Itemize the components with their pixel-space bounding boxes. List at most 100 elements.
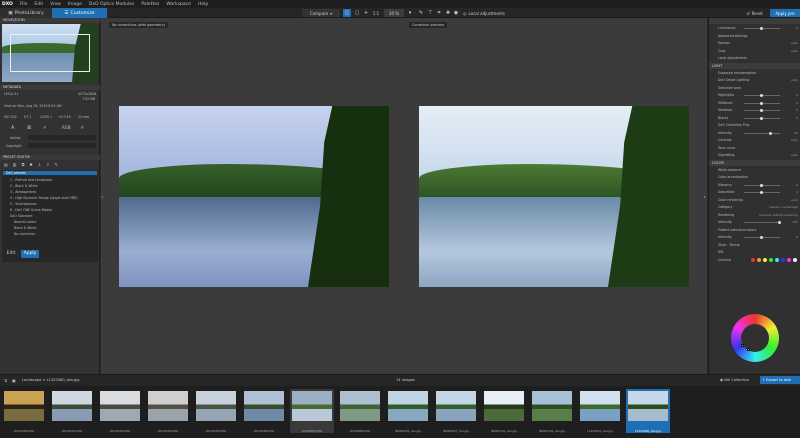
- panel-row[interactable]: DxO ClearView Plus: [709, 122, 800, 128]
- tab-customize[interactable]: ☰ Customize: [52, 8, 107, 18]
- slider-knob[interactable]: [760, 236, 763, 239]
- hsl-color-wheel[interactable]: [731, 314, 779, 362]
- collapse-left-icon[interactable]: ◂: [101, 194, 103, 199]
- panel-row[interactable]: Category Generic renderings: [709, 204, 800, 210]
- panel-row[interactable]: Intensity 0: [709, 234, 800, 240]
- value-slider[interactable]: [744, 191, 780, 194]
- tab-photolibrary[interactable]: ▣ PhotoLibrary: [0, 8, 52, 18]
- panel-row[interactable]: Protect saturated colors: [709, 227, 800, 233]
- value-slider[interactable]: [744, 183, 780, 187]
- zoom-in-icon[interactable]: +: [362, 9, 370, 17]
- filmstrip-thumb[interactable]: DSC01263.JPG: [2, 389, 46, 433]
- export-icon[interactable]: ⇧: [46, 162, 49, 169]
- channel-swatch[interactable]: [775, 258, 779, 262]
- repair-icon[interactable]: ✚: [444, 9, 452, 17]
- panel-row[interactable]: Blacks 0: [709, 115, 800, 121]
- delete-icon[interactable]: ✖: [29, 162, 32, 169]
- preset-item[interactable]: 3 - Atmospheres: [10, 190, 36, 194]
- zoom-1to1[interactable]: 1:1: [371, 9, 381, 17]
- preset-item[interactable]: No correction: [14, 232, 35, 236]
- panel-row[interactable]: Shadows 0: [709, 107, 800, 113]
- preset-item[interactable]: 5 - Smartphones: [10, 202, 36, 206]
- local-adjustments-button[interactable]: ◎ Local adjustments: [460, 9, 508, 17]
- redeye-icon[interactable]: ◉: [452, 9, 460, 17]
- filmstrip-thumb[interactable]: DSC04854.JPG: [338, 389, 382, 433]
- apply-preset-button[interactable]: Apply pre: [770, 9, 800, 17]
- channel-swatch[interactable]: [751, 258, 755, 262]
- before-image[interactable]: [119, 106, 389, 287]
- panel-row[interactable]: Selective tone: [709, 85, 800, 91]
- slider-knob[interactable]: [760, 94, 763, 97]
- channel-swatch[interactable]: [793, 258, 797, 262]
- preset-item[interactable]: 6 - DxO ONE Scene Modes: [10, 208, 52, 212]
- value-slider[interactable]: [744, 94, 780, 97]
- panel-row[interactable]: Intensity 50: [709, 130, 800, 136]
- zoom-select[interactable]: 30 %: [384, 9, 404, 17]
- channel-swatch[interactable]: [769, 258, 773, 262]
- move-zoom-header[interactable]: MOVE/ZOOM: [0, 18, 100, 23]
- preset-editor-header[interactable]: PRESET EDITOR: [0, 155, 100, 160]
- panel-row[interactable]: HSL: [709, 249, 800, 255]
- panel-section-header[interactable]: COLOR: [709, 159, 800, 166]
- panel-row[interactable]: Color accentuation: [709, 174, 800, 180]
- fit-icon[interactable]: ▢: [353, 9, 361, 17]
- import-icon[interactable]: ⇩: [38, 162, 41, 169]
- author-field[interactable]: [28, 135, 96, 140]
- panel-row[interactable]: Highlights 0: [709, 92, 800, 98]
- panel-row[interactable]: Luminance 0: [709, 25, 800, 31]
- panel-row[interactable]: Style - Toning: [709, 242, 800, 248]
- eyedropper-icon[interactable]: ✎: [417, 9, 425, 17]
- filmstrip-thumb[interactable]: IMGP1101_dxo.jpg: [482, 389, 526, 433]
- filmstrip-thumb[interactable]: IMGP1102_dxo.jpg: [530, 389, 574, 433]
- slider-knob[interactable]: [778, 221, 781, 224]
- apply-button[interactable]: Apply: [21, 250, 39, 258]
- slider-knob[interactable]: [760, 27, 763, 30]
- slider-knob[interactable]: [769, 131, 772, 135]
- menu-help[interactable]: Help: [198, 2, 208, 7]
- preset-item[interactable]: 1 - Portrait and Landscape: [10, 178, 52, 182]
- panel-section-header[interactable]: [709, 18, 800, 24]
- value-slider[interactable]: [744, 27, 780, 30]
- filmstrip-thumb[interactable]: DSC01312.JPG: [50, 389, 94, 433]
- channel-swatch[interactable]: [787, 258, 791, 262]
- preset-item[interactable]: 4 - High Dynamic Range (single shot HDR): [10, 196, 78, 200]
- value-slider[interactable]: [744, 101, 780, 105]
- preset-item-root[interactable]: DxO presets: [3, 171, 97, 175]
- copyright-field[interactable]: [28, 143, 96, 148]
- new-preset-icon[interactable]: ▤: [4, 162, 8, 169]
- reset-button[interactable]: ↺ Reset: [742, 9, 767, 17]
- channel-swatch[interactable]: [763, 258, 767, 262]
- panel-row[interactable]: Exposure compensation: [709, 70, 800, 76]
- nik-collection-button[interactable]: ◉ Nik Collection: [720, 378, 749, 382]
- filmstrip-thumb[interactable]: DSC04853.JPG: [290, 389, 334, 433]
- slider-knob[interactable]: [760, 109, 763, 112]
- split-view-icon[interactable]: ◫: [343, 9, 351, 17]
- chevron-down-icon[interactable]: ▾: [406, 9, 414, 17]
- rename-icon[interactable]: ✎: [55, 162, 58, 169]
- channel-swatch[interactable]: [757, 258, 761, 262]
- value-slider[interactable]: [744, 221, 781, 224]
- panel-row[interactable]: Midtones 0: [709, 100, 800, 106]
- channel-swatch[interactable]: [781, 258, 785, 262]
- panel-row[interactable]: Rendering Camera default rendering: [709, 212, 800, 218]
- filmstrip-thumb[interactable]: L1320560_dxo.jpg: [626, 389, 670, 433]
- panel-row[interactable]: Local adjustments: [709, 55, 800, 61]
- edit-button[interactable]: Edit: [2, 250, 20, 258]
- export-button[interactable]: ⇪ Export to disk: [760, 376, 800, 384]
- preset-item[interactable]: 2 - Black & White: [10, 184, 38, 188]
- preset-item[interactable]: DxO Standard: [10, 214, 32, 218]
- wheel-handle[interactable]: [747, 348, 750, 351]
- navigator-thumbnail[interactable]: [2, 24, 98, 82]
- panel-row[interactable]: Saturation 0: [709, 189, 800, 195]
- filmstrip-thumb[interactable]: IMGP0937_dxo.jpg: [434, 389, 478, 433]
- preset-item[interactable]: Neutral colors: [14, 220, 36, 224]
- value-slider[interactable]: [744, 109, 780, 112]
- duplicate-icon[interactable]: ⧉: [22, 162, 25, 169]
- new-folder-icon[interactable]: ▥: [13, 162, 17, 169]
- panel-row[interactable]: Horizon Auto: [709, 40, 800, 46]
- panel-row[interactable]: DxO Smart Lighting Auto: [709, 77, 800, 83]
- menu-palettes[interactable]: Palettes: [141, 2, 159, 7]
- preview-area[interactable]: No corrections (with geometry) Correctio…: [101, 18, 707, 374]
- slider-knob[interactable]: [760, 191, 763, 194]
- panel-row[interactable]: Tone curve: [709, 145, 800, 151]
